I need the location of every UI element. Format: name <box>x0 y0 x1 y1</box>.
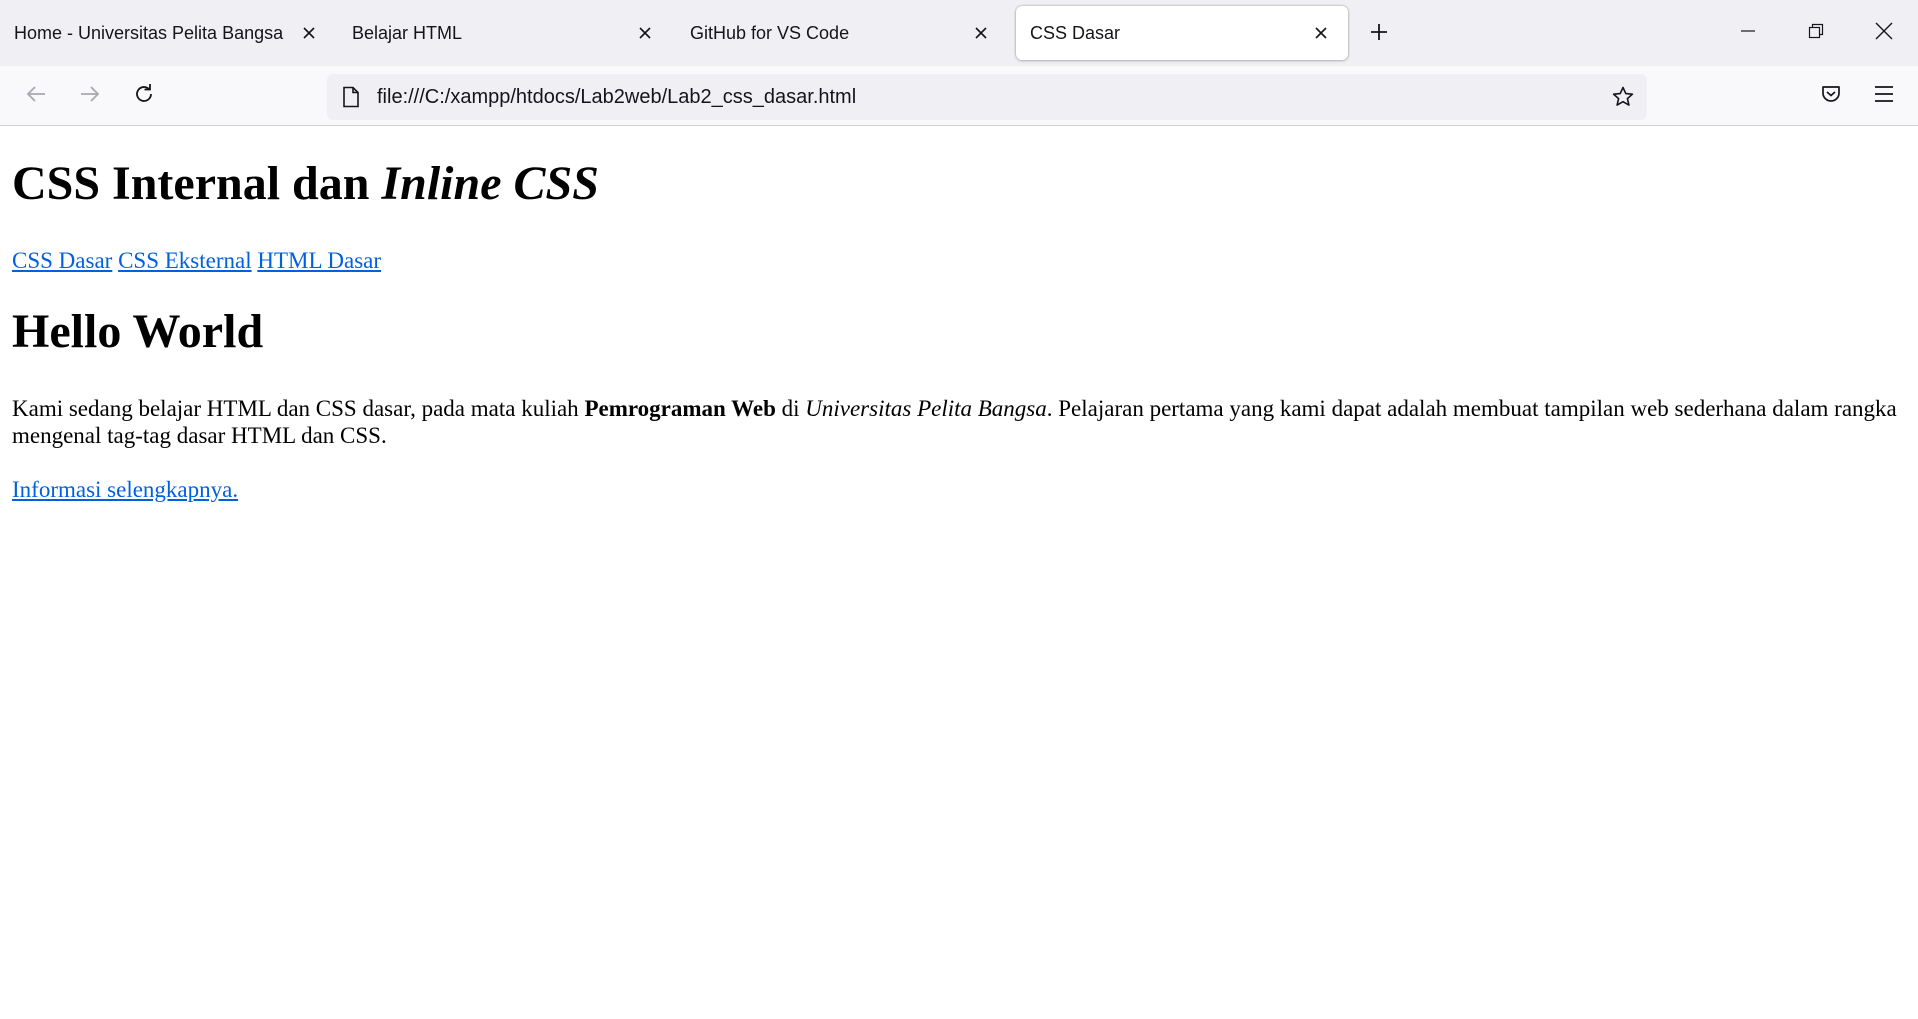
tab-home-universitas[interactable]: Home - Universitas Pelita Bangsa <box>0 6 336 60</box>
close-icon[interactable] <box>1308 20 1334 46</box>
tab-title: CSS Dasar <box>1030 22 1121 43</box>
more-info-link[interactable]: Informasi selengkapnya. <box>12 477 238 502</box>
tab-title: GitHub for VS Code <box>690 22 850 43</box>
tab-title: Home - Universitas Pelita Bangsa <box>14 22 284 43</box>
page-content: CSS Internal dan Inline CSS CSS Dasar CS… <box>0 126 1918 1019</box>
plus-icon <box>1369 22 1389 47</box>
pocket-icon <box>1820 83 1842 110</box>
link-css-eksternal[interactable]: CSS Eksternal <box>118 248 252 273</box>
hello-heading: Hello World <box>12 305 264 358</box>
url-text[interactable]: file:///C:/xampp/htdocs/Lab2web/Lab2_css… <box>377 74 856 120</box>
address-bar[interactable]: file:///C:/xampp/htdocs/Lab2web/Lab2_css… <box>327 74 1647 120</box>
forward-button[interactable] <box>72 78 108 114</box>
close-icon[interactable] <box>968 20 994 46</box>
close-icon[interactable] <box>632 20 658 46</box>
paragraph-text: Kami sedang belajar HTML dan CSS dasar, … <box>12 396 585 421</box>
paragraph-italic: Universitas Pelita Bangsa <box>805 396 1047 421</box>
hamburger-menu-icon <box>1874 85 1894 108</box>
minimize-icon <box>1740 23 1756 44</box>
restore-icon <box>1808 23 1824 44</box>
pocket-button[interactable] <box>1813 78 1849 114</box>
arrow-right-icon <box>79 83 101 110</box>
restore-button[interactable] <box>1782 0 1850 66</box>
arrow-left-icon <box>25 83 47 110</box>
tab-css-dasar[interactable]: CSS Dasar <box>1016 6 1348 60</box>
back-button[interactable] <box>18 78 54 114</box>
tab-github-vscode[interactable]: GitHub for VS Code <box>676 6 1008 60</box>
tab-strip: Home - Universitas Pelita Bangsa Belajar… <box>0 0 1918 66</box>
page-heading: CSS Internal dan Inline CSS <box>12 156 599 212</box>
close-icon <box>1875 22 1893 45</box>
tab-belajar-html[interactable]: Belajar HTML <box>338 6 672 60</box>
page-icon <box>339 85 363 109</box>
paragraph-text: di <box>775 396 806 421</box>
intro-paragraph: Kami sedang belajar HTML dan CSS dasar, … <box>12 395 1902 449</box>
tab-title: Belajar HTML <box>352 22 463 43</box>
link-html-dasar[interactable]: HTML Dasar <box>257 248 381 273</box>
link-css-dasar[interactable]: CSS Dasar <box>12 248 112 273</box>
star-icon[interactable] <box>1609 83 1637 111</box>
heading-italic-text: Inline CSS <box>381 157 599 210</box>
paragraph-bold: Pemrograman Web <box>584 396 776 421</box>
reload-icon <box>133 83 155 110</box>
more-info-paragraph: Informasi selengkapnya. <box>12 476 238 503</box>
navigation-toolbar: file:///C:/xampp/htdocs/Lab2web/Lab2_css… <box>0 66 1918 126</box>
new-tab-button[interactable] <box>1362 17 1396 51</box>
close-window-button[interactable] <box>1850 0 1918 66</box>
minimize-button[interactable] <box>1714 0 1782 66</box>
close-icon[interactable] <box>296 20 322 46</box>
app-menu-button[interactable] <box>1866 78 1902 114</box>
heading-plain-text: CSS Internal dan <box>12 157 382 210</box>
reload-button[interactable] <box>126 78 162 114</box>
nav-links: CSS Dasar CSS Eksternal HTML Dasar <box>12 247 381 274</box>
